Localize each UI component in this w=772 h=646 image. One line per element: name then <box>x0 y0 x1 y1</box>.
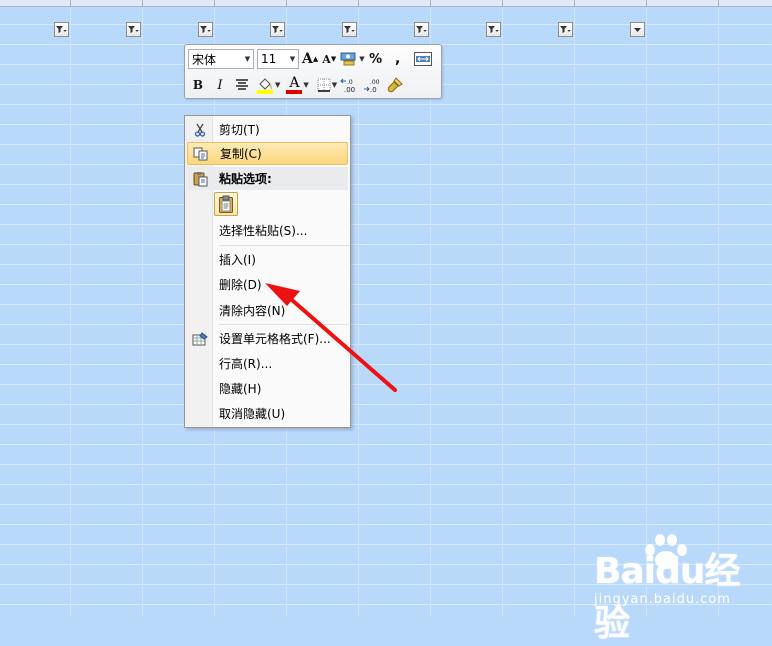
watermark-url: jingyan.baidu.com <box>594 592 731 607</box>
annotation-arrow <box>265 283 397 392</box>
baidu-jingyan-watermark: Baidu经验 jingyan.baidu.com <box>588 530 768 644</box>
